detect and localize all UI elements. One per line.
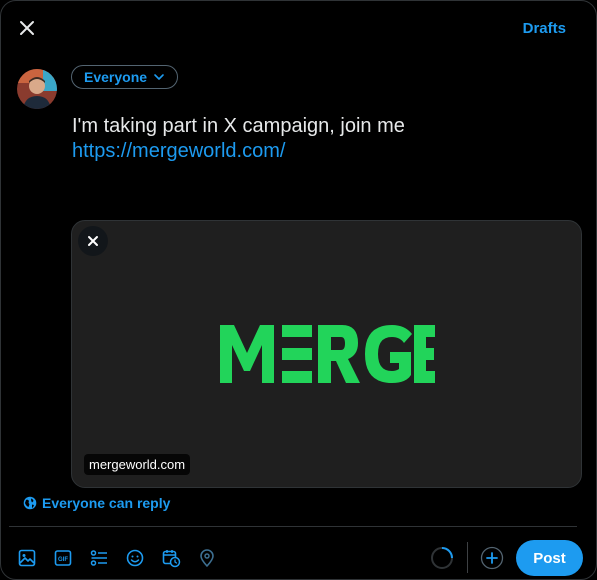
audience-selector[interactable]: Everyone <box>71 65 179 89</box>
drafts-button[interactable]: Drafts <box>523 20 566 37</box>
toolbar-separator <box>467 542 468 573</box>
poll-icon <box>90 550 107 566</box>
location-icon <box>200 549 214 567</box>
add-location-button[interactable] <box>197 546 233 570</box>
emoji-icon <box>126 549 144 567</box>
reply-setting-button[interactable]: Everyone can reply <box>23 495 170 511</box>
add-media-button[interactable] <box>17 546 53 570</box>
compose-modal: Drafts Everyone I'm taking part in X cam… <box>0 0 597 580</box>
globe-icon <box>23 496 37 510</box>
divider <box>9 526 577 527</box>
remove-card-button[interactable] <box>78 226 108 256</box>
add-emoji-button[interactable] <box>125 546 161 570</box>
reply-setting-label: Everyone can reply <box>42 495 171 511</box>
audience-label: Everyone <box>84 69 148 85</box>
avatar[interactable] <box>17 69 57 109</box>
add-post-button[interactable] <box>480 546 504 570</box>
compose-toolbar: GIF <box>17 546 233 570</box>
post-button[interactable]: Post <box>516 540 583 576</box>
add-poll-button[interactable] <box>89 546 125 570</box>
card-domain: mergeworld.com <box>84 454 191 475</box>
merge-logo <box>220 325 435 383</box>
add-gif-button[interactable]: GIF <box>53 546 89 570</box>
tweet-link[interactable]: https://mergeworld.com/ <box>72 139 572 164</box>
plus-icon <box>480 546 504 570</box>
schedule-icon <box>162 550 181 568</box>
schedule-button[interactable] <box>161 546 197 570</box>
svg-text:GIF: GIF <box>58 557 68 563</box>
link-preview-card[interactable]: mergeworld.com <box>71 220 582 488</box>
close-icon <box>20 21 34 35</box>
gif-icon: GIF <box>54 550 72 566</box>
image-icon <box>18 549 36 567</box>
chevron-down-icon <box>154 74 164 80</box>
close-icon <box>88 236 98 246</box>
compose-textarea[interactable]: I'm taking part in X campaign, join me h… <box>72 114 572 164</box>
close-button[interactable] <box>15 16 39 40</box>
tweet-text: I'm taking part in X campaign, join me <box>72 115 405 137</box>
character-count-ring <box>430 546 454 570</box>
